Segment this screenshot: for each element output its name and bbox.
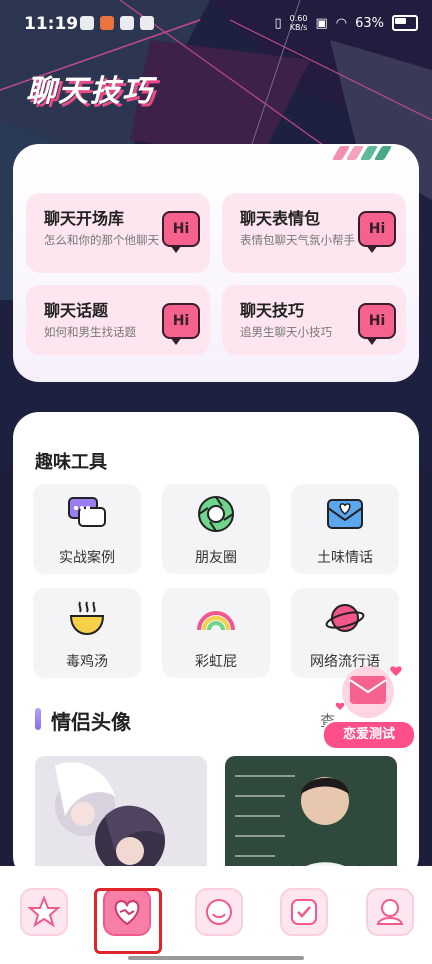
home-indicator[interactable] <box>128 956 304 960</box>
nav-star[interactable] <box>20 888 68 936</box>
tool-label: 朋友圈 <box>195 550 237 566</box>
rainbow-icon <box>197 611 235 631</box>
tiktok-icon <box>140 16 154 30</box>
anime-couple-image <box>35 756 207 882</box>
status-time: 11:19 <box>24 14 79 34</box>
love-letter-icon <box>335 666 402 718</box>
couple-avatar-right[interactable] <box>225 756 397 882</box>
chat-bubbles-icon <box>68 497 106 527</box>
tool-poison-soup[interactable]: 毒鸡汤 <box>33 588 141 678</box>
feature-title: 聊天话题 <box>44 301 109 320</box>
bottom-navigation <box>0 866 432 964</box>
tool-moments[interactable]: 朋友圈 <box>162 484 270 574</box>
hi-bubble-icon: Hi <box>358 303 396 345</box>
planet-icon <box>325 604 365 632</box>
nav-profile[interactable] <box>366 888 414 936</box>
love-test-floating-button[interactable]: 恋爱测试 <box>322 660 416 750</box>
student-photo-image <box>225 756 397 882</box>
camera-shutter-icon <box>198 496 234 532</box>
feature-subtitle: 怎么和你的那个他聊天 <box>44 233 159 247</box>
tool-label: 彩虹屁 <box>195 654 237 670</box>
hi-bubble-icon: Hi <box>162 211 200 253</box>
star-icon <box>27 895 61 928</box>
decorative-stripes <box>331 146 393 160</box>
couple-avatar-left[interactable] <box>35 756 207 882</box>
wifi-icon: ◠ <box>335 15 348 31</box>
notification-icons <box>80 16 154 30</box>
notification-icon <box>80 16 94 30</box>
check-heart-icon <box>291 899 317 925</box>
love-test-label: 恋爱测试 <box>322 720 416 750</box>
nav-selection-highlight <box>94 888 162 954</box>
notification-icon <box>100 16 114 30</box>
feature-topics[interactable]: 聊天话题 如何和男生找话题 Hi <box>26 285 210 355</box>
feature-title: 聊天表情包 <box>240 209 321 228</box>
nav-messages[interactable] <box>195 888 243 936</box>
couple-avatar-section-title: 情侣头像 <box>51 710 131 734</box>
status-right: ▯ 0.60 KB/s ▣ ◠ 63% <box>274 14 418 32</box>
sim-icon: ▣ <box>315 15 328 31</box>
feature-opening-lines[interactable]: 聊天开场库 怎么和你的那个他聊天 Hi <box>26 193 210 273</box>
tool-flattery[interactable]: 彩虹屁 <box>162 588 270 678</box>
tool-cheesy-lines[interactable]: 土味情话 <box>291 484 399 574</box>
section-accent-bar <box>35 708 41 730</box>
status-bar: 11:19 ▯ 0.60 KB/s ▣ ◠ 63% <box>0 0 432 52</box>
feature-subtitle: 追男生聊天小技巧 <box>240 325 332 339</box>
page-title: 聊天技巧 <box>26 74 154 109</box>
tool-label: 土味情话 <box>317 550 373 566</box>
feature-stickers[interactable]: 聊天表情包 表情包聊天气氛小帮手 Hi <box>222 193 406 273</box>
feature-tips[interactable]: 聊天技巧 追男生聊天小技巧 Hi <box>222 285 406 355</box>
battery-percent: 63% <box>355 15 384 31</box>
vibrate-icon: ▯ <box>274 15 282 31</box>
tool-case-studies[interactable]: 实战案例 <box>33 484 141 574</box>
tool-label: 实战案例 <box>59 550 115 566</box>
q-chat-icon <box>206 899 232 925</box>
feature-subtitle: 如何和男生找话题 <box>44 325 136 339</box>
network-speed: 0.60 KB/s <box>290 14 308 32</box>
feature-title: 聊天开场库 <box>44 209 125 228</box>
speed-unit: KB/s <box>289 23 308 32</box>
feature-title: 聊天技巧 <box>240 301 305 320</box>
nav-favorites[interactable] <box>280 888 328 936</box>
feature-subtitle: 表情包聊天气氛小帮手 <box>240 233 355 247</box>
battery-icon <box>392 15 418 31</box>
chat-features-card: 聊天开场库 怎么和你的那个他聊天 Hi 聊天表情包 表情包聊天气氛小帮手 Hi … <box>13 144 419 382</box>
main-content-card: 趣味工具 实战案例 朋友圈 土味情话 毒鸡汤 彩虹屁 网络流行语 情侣头像 查 <box>13 412 419 882</box>
heart-envelope-icon <box>327 499 363 529</box>
notification-icon <box>120 16 134 30</box>
profile-icon <box>376 899 404 925</box>
hi-bubble-icon: Hi <box>358 211 396 253</box>
speed-value: 0.60 <box>289 14 308 23</box>
soup-bowl-icon <box>69 601 105 636</box>
hi-bubble-icon: Hi <box>162 303 200 345</box>
tool-label: 毒鸡汤 <box>66 654 108 670</box>
tools-section-title: 趣味工具 <box>35 452 107 473</box>
